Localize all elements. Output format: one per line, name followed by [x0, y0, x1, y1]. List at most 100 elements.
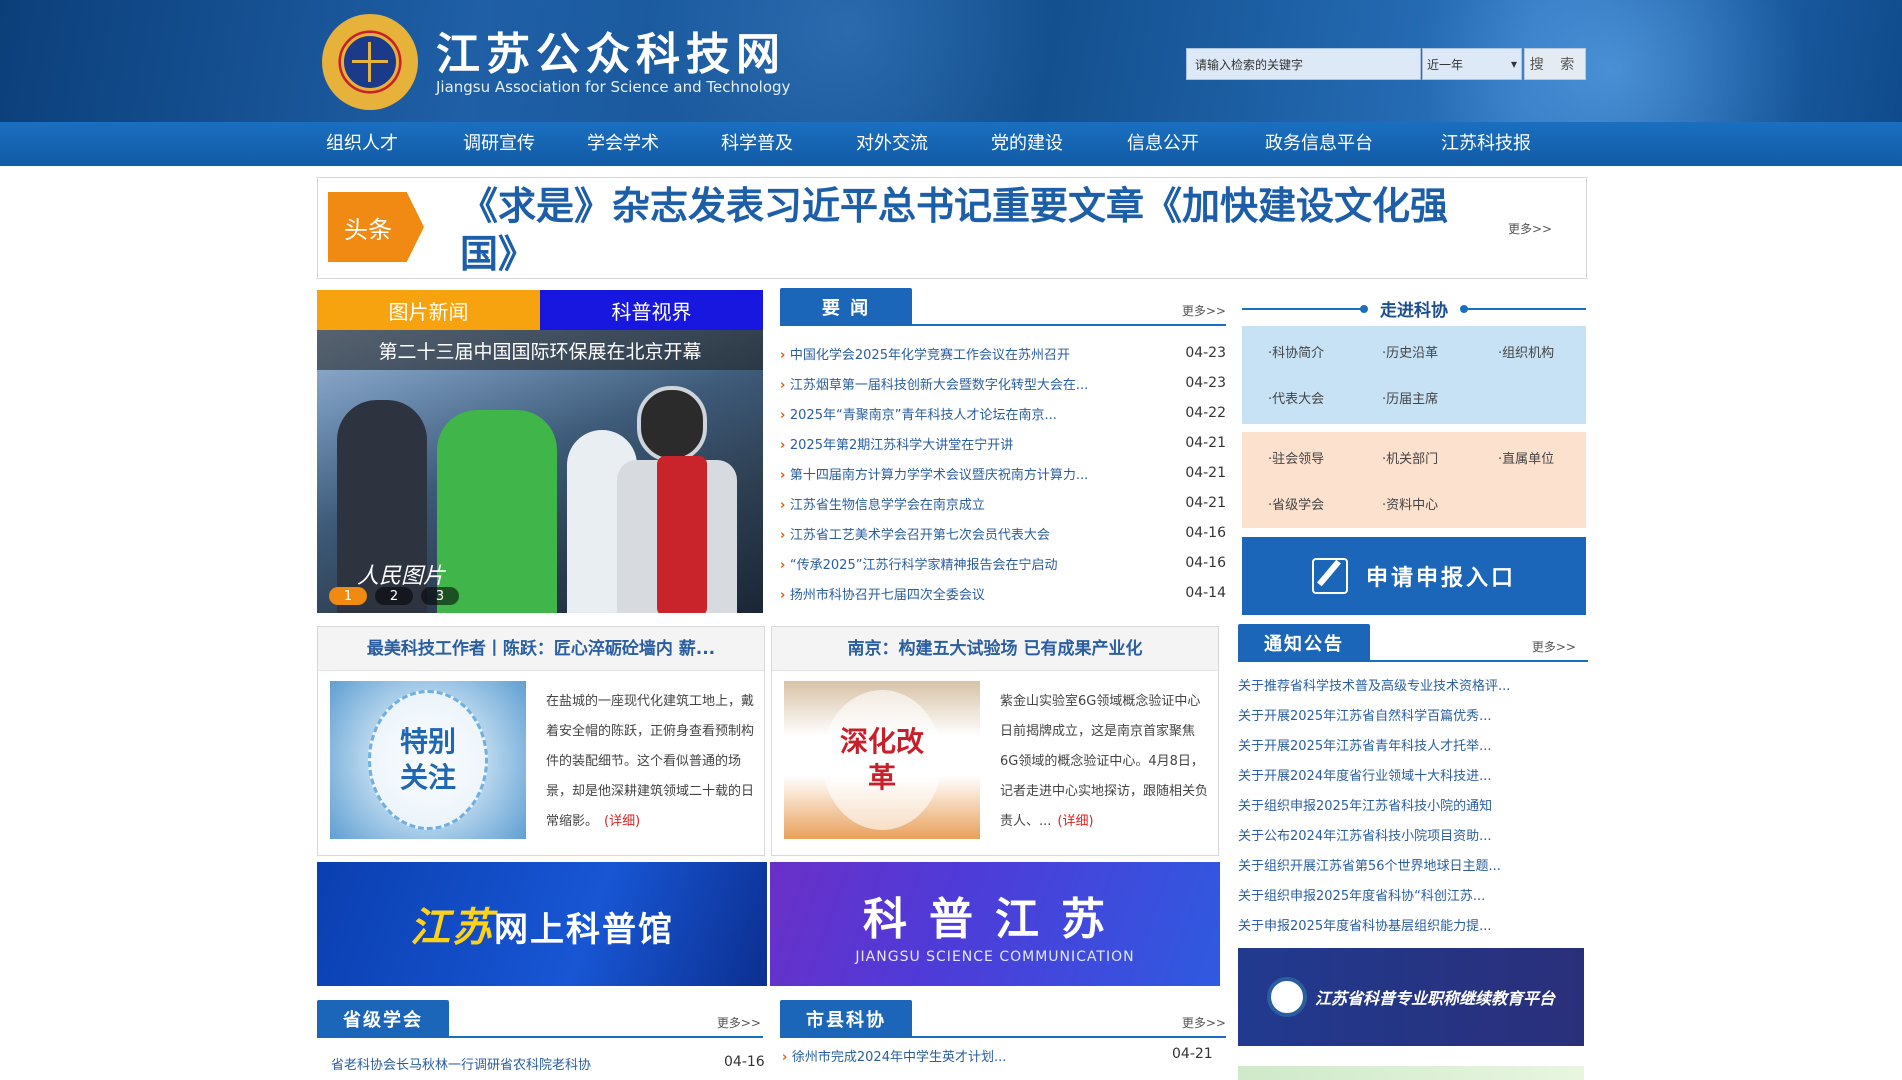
notice-item[interactable]: 关于推荐省科学技术普及高级专业技术资格评...: [1238, 672, 1588, 702]
provincial-item-title[interactable]: 省老科协会长马秋林一行调研省农科院老科协: [331, 1054, 591, 1073]
picture-news-caption[interactable]: 第二十三届中国国际环保展在北京开幕: [317, 330, 763, 370]
site-subtitle: Jiangsu Association for Science and Tech…: [436, 78, 791, 96]
feature-card-2-title[interactable]: 南京：构建五大试验场 已有成果产业化: [772, 627, 1218, 671]
news-date: 04-21: [1185, 465, 1226, 481]
news-title[interactable]: 扬州市科协召开七届四次全委会议: [780, 584, 1160, 603]
tab-picture-news[interactable]: 图片新闻: [317, 290, 540, 330]
slide-dot-2[interactable]: 2: [375, 587, 413, 605]
slide-dot-1[interactable]: 1: [329, 587, 367, 605]
notices-more-link[interactable]: 更多>>: [1532, 638, 1576, 655]
news-title[interactable]: 中国化学会2025年化学竞赛工作会议在苏州召开: [780, 344, 1160, 363]
provincial-title[interactable]: 省级学会: [317, 1000, 449, 1038]
news-row[interactable]: “传承2025”江苏行科学家精神报告会在宁启动 04-16: [780, 548, 1226, 578]
about-link-chairmen[interactable]: ·历届主席: [1382, 388, 1438, 407]
important-news-list: 中国化学会2025年化学竞赛工作会议在苏州召开04-23江苏烟草第一届科技创新大…: [780, 338, 1226, 608]
news-date: 04-23: [1185, 375, 1226, 391]
notice-item[interactable]: 关于开展2025年江苏省自然科学百篇优秀...: [1238, 702, 1588, 732]
news-title[interactable]: 江苏省工艺美术学会召开第七次会员代表大会: [780, 524, 1160, 543]
news-title[interactable]: 2025年“青聚南京”青年科技人才论坛在南京...: [780, 404, 1160, 423]
search-input[interactable]: [1186, 48, 1421, 80]
tab-science-view[interactable]: 科普视界: [540, 290, 763, 330]
site-title[interactable]: 江苏公众科技网: [436, 18, 786, 82]
nav-item-gov-platform[interactable]: 政务信息平台: [1265, 122, 1373, 166]
news-title[interactable]: “传承2025”江苏行科学家精神报告会在宁启动: [780, 554, 1160, 573]
picture-news-tabs: 图片新闻 科普视界: [317, 290, 763, 330]
feature-card-1-title[interactable]: 最美科技工作者丨陈跃：匠心淬砺砼墙内 薪...: [318, 627, 764, 671]
picture-news-slide[interactable]: 第二十三届中国国际环保展在北京开幕 人民图片 1 2 3: [317, 330, 763, 613]
main-nav: 组织人才 调研宣传 学会学术 科学普及 对外交流 党的建设 信息公开 政务信息平…: [0, 122, 1902, 166]
city-item-title[interactable]: › 徐州市完成2024年中学生英才计划...: [782, 1046, 1006, 1065]
science-jiangsu-banner[interactable]: 科普江苏 JIANGSU SCIENCE COMMUNICATION: [770, 862, 1220, 986]
news-row[interactable]: 扬州市科协召开七届四次全委会议 04-14: [780, 578, 1226, 608]
bottom-banner-partial[interactable]: [1238, 1066, 1584, 1080]
nav-item-academic[interactable]: 学会学术: [587, 122, 659, 166]
news-title[interactable]: 2025年第2期江苏科学大讲堂在宁开讲: [780, 434, 1160, 453]
about-link-affiliates[interactable]: ·直属单位: [1498, 448, 1554, 467]
news-title[interactable]: 江苏省生物信息学学会在南京成立: [780, 494, 1160, 513]
about-divider: [1466, 308, 1586, 310]
about-link-resources[interactable]: ·资料中心: [1382, 494, 1438, 513]
nav-item-party[interactable]: 党的建设: [991, 122, 1063, 166]
apply-entry-button[interactable]: 申请申报入口: [1242, 537, 1586, 615]
nav-item-info[interactable]: 信息公开: [1127, 122, 1199, 166]
notice-item[interactable]: 关于公布2024年江苏省科技小院项目资助...: [1238, 822, 1588, 852]
news-row[interactable]: 江苏省工艺美术学会召开第七次会员代表大会 04-16: [780, 518, 1226, 548]
continuing-education-banner[interactable]: 江苏省科普专业职称继续教育平台: [1238, 948, 1584, 1046]
banner-2-sub: JIANGSU SCIENCE COMMUNICATION: [855, 949, 1135, 965]
about-header: 走进科协: [1242, 294, 1586, 324]
feature-card-1-body: 在盐城的一座现代化建筑工地上，戴着安全帽的陈跃，正俯身查看预制构件的装配细节。这…: [546, 694, 755, 829]
city-item-date: 04-21: [1172, 1046, 1213, 1062]
site-logo-icon[interactable]: [322, 14, 418, 110]
banner-1-text: 江苏网上科普馆: [410, 895, 674, 953]
news-row[interactable]: 2025年第2期江苏科学大讲堂在宁开讲 04-21: [780, 428, 1226, 458]
news-row[interactable]: 中国化学会2025年化学竞赛工作会议在苏州召开 04-23: [780, 338, 1226, 368]
about-link-intro[interactable]: ·科协简介: [1268, 342, 1324, 361]
nav-item-org[interactable]: 组织人才: [326, 122, 398, 166]
year-select[interactable]: 近一年 ▾: [1422, 48, 1522, 80]
notice-item[interactable]: 关于组织申报2025年度省科协“科创江苏...: [1238, 882, 1588, 912]
nav-item-exchange[interactable]: 对外交流: [856, 122, 928, 166]
picture-watermark: 人民图片: [357, 564, 446, 589]
headline-box: 头条 《求是》杂志发表习近平总书记重要文章《加快建设文化强国》 更多>>: [317, 177, 1587, 279]
slide-dot-3[interactable]: 3: [421, 587, 459, 605]
headline-link[interactable]: 《求是》杂志发表习近平总书记重要文章《加快建设文化强国》: [460, 182, 1460, 278]
news-title[interactable]: 第十四届南方计算力学学术会议暨庆祝南方计算力...: [780, 464, 1160, 483]
news-row[interactable]: 江苏省生物信息学学会在南京成立 04-21: [780, 488, 1226, 518]
nav-item-popsci[interactable]: 科学普及: [721, 122, 793, 166]
search-button[interactable]: 搜 索: [1524, 48, 1586, 80]
headline-more-link[interactable]: 更多>>: [1508, 220, 1552, 237]
city-more-link[interactable]: 更多>>: [1182, 1014, 1226, 1031]
news-row[interactable]: 第十四届南方计算力学学术会议暨庆祝南方计算力... 04-21: [780, 458, 1226, 488]
news-title[interactable]: 江苏烟草第一届科技创新大会暨数字化转型大会在...: [780, 374, 1160, 393]
news-date: 04-21: [1185, 435, 1226, 451]
banner-1-rest: 网上科普馆: [494, 910, 674, 950]
feature-card-2-image[interactable]: 深化改革: [784, 681, 980, 839]
about-link-structure[interactable]: ·组织机构: [1498, 342, 1554, 361]
about-link-history[interactable]: ·历史沿革: [1382, 342, 1438, 361]
nav-item-newspaper[interactable]: 江苏科技报: [1441, 122, 1531, 166]
feature-card-2-detail-link[interactable]: (详细): [1057, 814, 1093, 829]
notice-item[interactable]: 关于组织开展江苏省第56个世界地球日主题...: [1238, 852, 1588, 882]
provincial-more-link[interactable]: 更多>>: [717, 1014, 761, 1031]
notices-title[interactable]: 通知公告: [1238, 624, 1370, 662]
important-news-more-link[interactable]: 更多>>: [1182, 302, 1226, 319]
city-title[interactable]: 市县科协: [780, 1000, 912, 1038]
about-link-societies[interactable]: ·省级学会: [1268, 494, 1324, 513]
feature-card-1-image[interactable]: 特别关注: [330, 681, 526, 839]
notice-item[interactable]: 关于开展2024年度省行业领域十大科技进...: [1238, 762, 1588, 792]
nav-item-research[interactable]: 调研宣传: [463, 122, 535, 166]
news-row[interactable]: 2025年“青聚南京”青年科技人才论坛在南京... 04-22: [780, 398, 1226, 428]
notice-item[interactable]: 关于开展2025年江苏省青年科技人才托举...: [1238, 732, 1588, 762]
page: 江苏公众科技网 Jiangsu Association for Science …: [0, 0, 1902, 1080]
feature-card-1-detail-link[interactable]: (详细): [604, 814, 640, 829]
notice-item[interactable]: 关于申报2025年度省科协基层组织能力提...: [1238, 912, 1588, 942]
about-link-leaders[interactable]: ·驻会领导: [1268, 448, 1324, 467]
site-header: 江苏公众科技网 Jiangsu Association for Science …: [0, 0, 1902, 122]
about-link-congress[interactable]: ·代表大会: [1268, 388, 1324, 407]
news-date: 04-16: [1185, 555, 1226, 571]
online-science-museum-banner[interactable]: 江苏网上科普馆: [317, 862, 767, 986]
news-row[interactable]: 江苏烟草第一届科技创新大会暨数字化转型大会在... 04-23: [780, 368, 1226, 398]
important-news-title[interactable]: 要 闻: [780, 288, 912, 326]
about-link-departments[interactable]: ·机关部门: [1382, 448, 1438, 467]
notice-item[interactable]: 关于组织申报2025年江苏省科技小院的通知: [1238, 792, 1588, 822]
